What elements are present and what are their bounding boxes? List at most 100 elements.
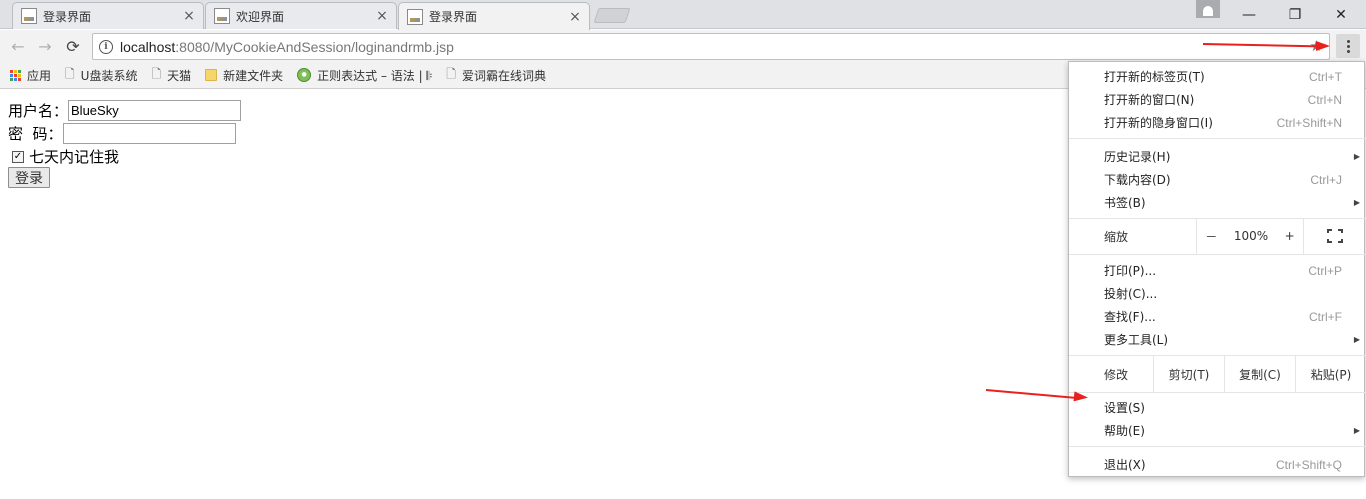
menu-shortcut: Ctrl+Shift+N [1276, 115, 1342, 130]
menu-item-label: 更多工具(L) [1104, 333, 1169, 347]
bookmark-tmall[interactable]: 🗋 天猫 [151, 65, 191, 86]
username-label: 用户名： [8, 102, 69, 120]
cut-button[interactable]: 剪切(T) [1153, 356, 1224, 392]
menu-edit-row: 修改 剪切(T) 复制(C) 粘贴(P) [1069, 356, 1366, 392]
new-tab-button[interactable] [593, 8, 631, 23]
close-tab-icon[interactable]: × [374, 8, 390, 24]
folder-icon [205, 69, 218, 81]
menu-item-label: 设置(S) [1104, 401, 1145, 415]
profile-avatar-icon[interactable] [1196, 0, 1220, 18]
menu-history[interactable]: 历史记录(H) ▶ [1069, 145, 1366, 168]
submenu-arrow-icon: ▶ [1353, 198, 1360, 207]
menu-separator [1069, 254, 1366, 255]
menu-more-tools[interactable]: 更多工具(L) ▶ [1069, 328, 1366, 351]
password-input[interactable] [62, 123, 236, 144]
chrome-main-menu: 打开新的标签页(T) Ctrl+T 打开新的窗口(N) Ctrl+N 打开新的隐… [1068, 61, 1366, 477]
menu-item-label: 历史记录(H) [1104, 150, 1171, 164]
menu-downloads[interactable]: 下载内容(D) Ctrl+J [1069, 168, 1366, 191]
password-label: 密 码： [8, 125, 63, 143]
address-bar[interactable]: i localhost:8080/MyCookieAndSession/logi… [92, 33, 1330, 60]
menu-item-label: 投射(C)... [1104, 287, 1158, 301]
menu-item-label: 打开新的隐身窗口(I) [1104, 116, 1213, 130]
menu-shortcut: Ctrl+T [1309, 69, 1342, 84]
copy-button[interactable]: 复制(C) [1224, 356, 1295, 392]
site-info-icon[interactable]: i [99, 39, 113, 54]
menu-print[interactable]: 打印(P)... Ctrl+P [1069, 259, 1366, 282]
menu-item-label: 退出(X) [1104, 458, 1146, 472]
url-host: localhost [120, 38, 176, 55]
close-tab-icon[interactable]: × [181, 8, 197, 24]
menu-cast[interactable]: 投射(C)... [1069, 282, 1366, 305]
annotation-arrowhead-icon [1316, 41, 1330, 51]
menu-find[interactable]: 查找(F)... Ctrl+F [1069, 305, 1366, 328]
menu-new-incognito-window[interactable]: 打开新的隐身窗口(I) Ctrl+Shift+N [1069, 111, 1366, 134]
menu-separator [1069, 138, 1366, 139]
zoom-controls: － 100% + [1196, 218, 1304, 254]
menu-new-tab[interactable]: 打开新的标签页(T) Ctrl+T [1069, 65, 1366, 88]
remember-checkbox[interactable]: ✓ [12, 150, 24, 163]
fullscreen-icon [1327, 229, 1343, 243]
tab-strip: 登录界面 × 欢迎界面 × 登录界面 × — ❐ ✕ [0, 0, 1366, 30]
menu-exit[interactable]: 退出(X) Ctrl+Shift+Q [1069, 453, 1366, 476]
paste-button[interactable]: 粘贴(P) [1295, 356, 1366, 392]
reload-icon[interactable]: ⟳ [61, 34, 85, 58]
tab-title: 登录界面 [429, 10, 478, 24]
url-text: localhost:8080/MyCookieAndSession/logina… [120, 39, 454, 55]
bookmark-iciba[interactable]: 🗋 爱词霸在线词典 [446, 65, 546, 86]
submenu-arrow-icon: ▶ [1353, 335, 1360, 344]
close-window-icon[interactable]: ✕ [1318, 0, 1364, 29]
menu-item-label: 下载内容(D) [1104, 173, 1171, 187]
zoom-out-button[interactable]: － [1205, 228, 1217, 245]
page-favicon-icon [214, 8, 230, 24]
page-favicon-icon [407, 8, 423, 25]
tab-title: 欢迎界面 [236, 9, 285, 24]
menu-shortcut: Ctrl+F [1309, 309, 1342, 324]
menu-zoom-row: 缩放 － 100% + [1069, 218, 1366, 254]
username-row: 用户名： BlueSky [8, 100, 242, 121]
close-tab-icon[interactable]: × [567, 9, 583, 25]
submenu-arrow-icon: ▶ [1353, 152, 1360, 161]
chrome-menu-button[interactable] [1336, 34, 1360, 58]
menu-item-label: 打印(P)... [1104, 264, 1157, 278]
menu-item-label: 查找(F)... [1104, 310, 1156, 324]
tab-login-active[interactable]: 登录界面 × [398, 2, 590, 30]
menu-separator [1069, 446, 1366, 447]
menu-separator [1069, 392, 1366, 393]
submenu-arrow-icon: ▶ [1353, 426, 1360, 435]
annotation-arrowhead-icon [1073, 391, 1089, 403]
back-icon[interactable]: ← [6, 34, 30, 58]
zoom-in-button[interactable]: + [1285, 229, 1295, 243]
menu-help[interactable]: 帮助(E) ▶ [1069, 419, 1366, 442]
tab-welcome[interactable]: 欢迎界面 × [205, 2, 397, 29]
menu-shortcut: Ctrl+Shift+Q [1275, 457, 1342, 472]
menu-bookmarks[interactable]: 书签(B) ▶ [1069, 191, 1366, 214]
extension-icon: ● [297, 68, 312, 82]
login-button[interactable]: 登录 [8, 167, 50, 188]
bookmark-label: 新建文件夹 [223, 68, 284, 83]
zoom-label: 缩放 [1104, 229, 1129, 244]
menu-shortcut: Ctrl+P [1308, 263, 1342, 278]
menu-new-window[interactable]: 打开新的窗口(N) Ctrl+N [1069, 88, 1366, 111]
menu-dot-icon [1346, 39, 1350, 43]
forward-icon[interactable]: → [33, 34, 57, 58]
menu-shortcut: Ctrl+J [1310, 172, 1342, 187]
menu-settings[interactable]: 设置(S) [1069, 396, 1366, 419]
username-input[interactable]: BlueSky [68, 100, 242, 121]
restore-icon[interactable]: ❐ [1272, 0, 1318, 29]
bookmark-new-folder[interactable]: 新建文件夹 [205, 67, 283, 84]
remember-row: ✓ 七天内记住我 [8, 146, 119, 167]
bookmark-apps[interactable]: 应用 [10, 67, 51, 84]
page-icon: 🗋 [446, 66, 456, 81]
tab-login-1[interactable]: 登录界面 × [12, 2, 204, 29]
menu-item-label: 帮助(E) [1104, 424, 1145, 438]
bookmark-usb-system[interactable]: 🗋 U盘装系统 [65, 65, 137, 86]
minimize-icon[interactable]: — [1226, 0, 1272, 29]
bookmark-regex[interactable]: ● 正则表达式 – 语法 | 𝄆 [297, 67, 432, 84]
menu-dot-icon [1346, 49, 1350, 53]
fullscreen-button[interactable] [1304, 229, 1366, 243]
menu-dot-icon [1346, 44, 1350, 48]
bookmark-label: 天猫 [167, 68, 192, 83]
page-icon: 🗋 [65, 66, 75, 81]
bookmark-label: 应用 [27, 68, 52, 83]
page-icon: 🗋 [151, 66, 162, 81]
